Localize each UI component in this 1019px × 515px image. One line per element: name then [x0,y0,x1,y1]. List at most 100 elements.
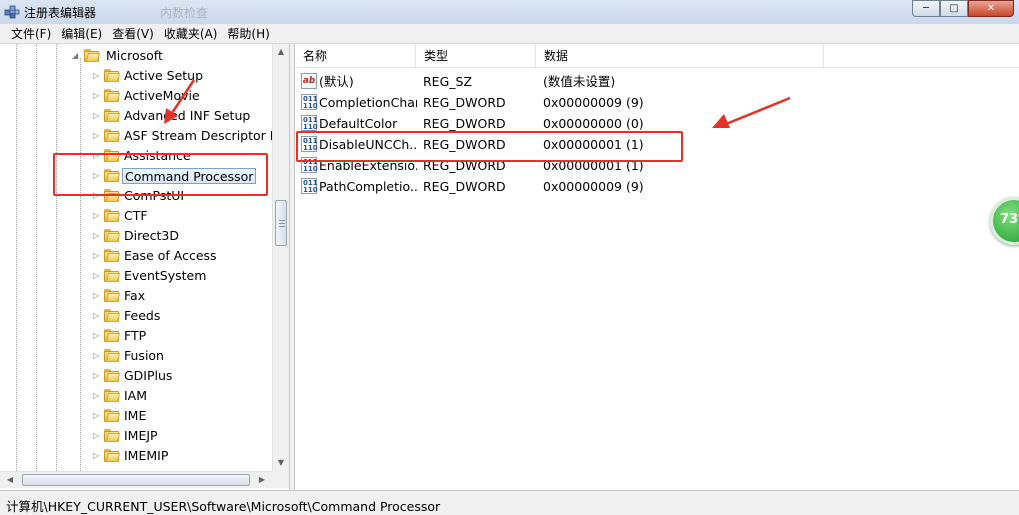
annotation-arrow-icon [712,96,791,128]
tree-node-label: ASF Stream Descriptor Fil [124,128,283,143]
tree-horizontal-scrollbar[interactable]: ◀ ▶ [0,471,272,488]
binary-value-icon: 011 110 [301,178,318,194]
value-row[interactable]: ab (默认) REG_SZ (数值未设置) [295,71,1019,92]
tree-node[interactable]: ▷ Ease of Access [0,246,272,266]
expand-arrow-icon[interactable]: ▷ [93,412,100,420]
expand-arrow-icon[interactable]: ▷ [93,132,100,140]
expand-arrow-icon[interactable]: ▷ [93,112,100,120]
tree-node[interactable]: ▷ Advanced INF Setup [0,106,272,126]
minimize-icon: ─ [922,3,930,14]
menu-view[interactable]: 查看(V) [107,24,159,44]
expand-arrow-icon[interactable]: ▷ [93,392,100,400]
scroll-thumb[interactable] [22,474,250,486]
folder-icon [104,368,120,383]
tree-node[interactable]: ▷ Feeds [0,306,272,326]
value-data: 0x00000009 (9) [543,95,644,110]
minimize-button[interactable]: ─ [912,0,940,17]
scroll-right-icon[interactable]: ▶ [254,472,270,488]
tree-node[interactable]: ▷ IMEMIP [0,446,272,466]
expand-arrow-icon[interactable]: ▷ [93,232,100,240]
tree-node-label: Feeds [124,308,161,323]
tree-node[interactable]: ▷ Fusion [0,346,272,366]
expand-arrow-icon[interactable]: ▷ [93,332,100,340]
expand-arrow-icon[interactable]: ▷ [93,372,100,380]
expand-arrow-icon[interactable]: ▷ [93,92,100,100]
tree-node[interactable]: ▷ ActiveMovie [0,86,272,106]
tree-node-label: EventSystem [124,268,207,283]
close-icon: ✕ [986,3,996,14]
tree-node-microsoft[interactable]: ◢ Microsoft [0,46,272,66]
folder-icon [104,248,120,263]
scroll-left-icon[interactable]: ◀ [2,472,18,488]
scroll-thumb[interactable] [275,200,287,246]
menu-bar: 文件(F) 编辑(E) 查看(V) 收藏夹(A) 帮助(H) [0,24,1019,44]
tree-node[interactable]: ▷ IME [0,406,272,426]
maximize-icon: □ [949,3,959,14]
tree-node[interactable]: ▷ GDIPlus [0,366,272,386]
tree-node-label: FTP [124,328,147,343]
tree-node-label: IMEMIP [124,448,169,463]
expand-arrow-icon[interactable]: ▷ [93,312,100,320]
scrollbar-corner [272,471,289,488]
tree-node[interactable]: ▷ ASF Stream Descriptor Fil [0,126,283,146]
background-window-title: 内数检查 [160,6,209,20]
tree-node-label: GDIPlus [124,368,173,383]
folder-icon [104,128,120,143]
value-data: 0x00000009 (9) [543,179,644,194]
expand-arrow-icon[interactable]: ▷ [93,452,100,460]
tree-node[interactable]: ▷ Direct3D [0,226,272,246]
folder-icon [104,288,120,303]
collapse-arrow-icon[interactable]: ◢ [72,52,79,60]
value-data: 0x00000000 (0) [543,116,644,131]
close-button[interactable]: ✕ [968,0,1014,17]
tree-node-label: Microsoft [106,48,163,63]
status-bar: 计算机\HKEY_CURRENT_USER\Software\Microsoft… [0,490,1019,515]
tree-node[interactable]: ▷ IMEJP [0,426,272,446]
folder-icon [104,88,120,103]
menu-edit[interactable]: 编辑(E) [56,24,107,44]
tree-node-label: Direct3D [124,228,180,243]
tree-node[interactable]: ▷ IAM [0,386,272,406]
tree-node[interactable]: ▷ EventSystem [0,266,272,286]
expand-arrow-icon[interactable]: ▷ [93,212,100,220]
tree-vertical-scrollbar[interactable]: ▲ ▼ [272,44,289,471]
tree-node-label: CTF [124,208,148,223]
scroll-up-icon[interactable]: ▲ [273,44,289,60]
binary-value-icon: 011 110 [301,115,318,131]
tree-node[interactable]: ▷ Active Setup [0,66,272,86]
window-controls: ─ □ ✕ [912,0,1014,17]
menu-file[interactable]: 文件(F) [6,24,56,44]
window-title: 注册表编辑器 [24,6,97,20]
column-data[interactable]: 数据 [536,44,824,68]
expand-arrow-icon[interactable]: ▷ [93,432,100,440]
expand-arrow-icon[interactable]: ▷ [93,352,100,360]
folder-open-icon [84,48,100,63]
annotation-arrow-icon [164,79,196,124]
column-name[interactable]: 名称 [295,44,416,68]
expand-arrow-icon[interactable]: ▷ [93,252,100,260]
folder-icon [104,408,120,423]
value-name: CompletionChar [319,95,417,110]
column-type[interactable]: 类型 [416,44,536,68]
tree-node[interactable]: ▷ Fax [0,286,272,306]
folder-icon [104,348,120,363]
tree-node[interactable]: ▷ CTF [0,206,272,226]
menu-help[interactable]: 帮助(H) [222,24,274,44]
scroll-down-icon[interactable]: ▼ [273,455,289,471]
value-name: DefaultColor [319,116,398,131]
key-path: 计算机\HKEY_CURRENT_USER\Software\Microsoft… [6,499,441,514]
folder-icon [104,108,120,123]
expand-arrow-icon[interactable]: ▷ [93,72,100,80]
menu-favorites[interactable]: 收藏夹(A) [159,24,223,44]
annotation-box-tree [53,153,268,196]
expand-arrow-icon[interactable]: ▷ [93,272,100,280]
folder-icon [104,228,120,243]
value-row[interactable]: 011 110 PathCompletio... REG_DWORD 0x0000000… [295,176,1019,197]
value-row[interactable]: 011 110 CompletionChar REG_DWORD 0x00000009 … [295,92,1019,113]
folder-icon [104,308,120,323]
expand-arrow-icon[interactable]: ▷ [93,292,100,300]
folder-icon [104,388,120,403]
tree-node[interactable]: ▷ FTP [0,326,272,346]
value-type: REG_SZ [423,74,473,89]
maximize-button[interactable]: □ [940,0,968,17]
